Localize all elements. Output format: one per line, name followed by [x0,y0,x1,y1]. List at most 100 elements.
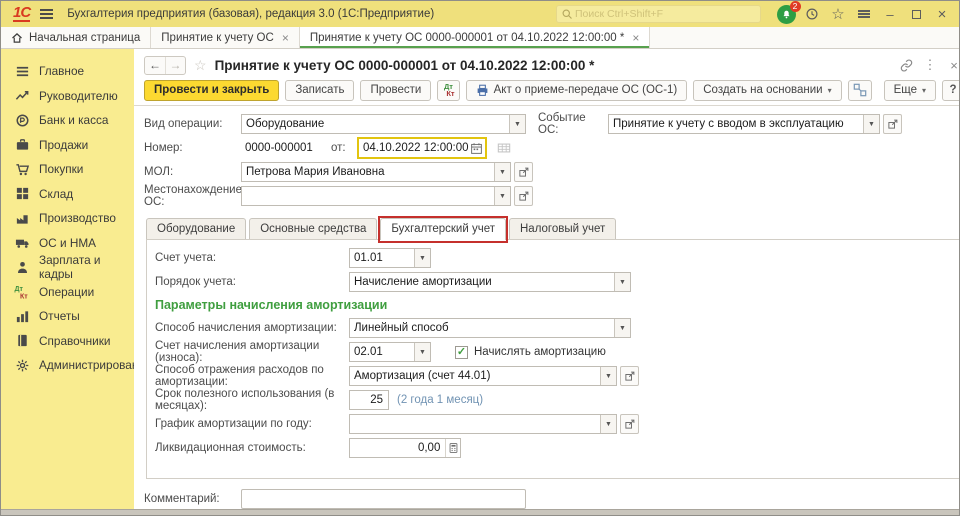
open-link-icon[interactable] [620,414,639,434]
input-value: 0,00 [417,442,441,454]
dropdown-icon[interactable]: ▼ [414,249,430,267]
sidebar-item-prodazhi[interactable]: Продажи [1,133,134,158]
expense-reflection-combobox[interactable]: Амортизация (счет 44.01) ▼ [349,366,617,386]
document-date-field[interactable] [357,137,487,159]
related-documents-button[interactable] [847,79,872,101]
document-tabs: Оборудование Основные средства Бухгалтер… [134,214,959,243]
search-input[interactable] [573,7,756,21]
notifications-icon[interactable]: 2 [775,1,801,24]
history-icon[interactable] [801,4,823,24]
field-label: Способ отражения расходов по амортизации… [155,364,324,388]
sidebar-item-rukovoditelyu[interactable]: Руководителю [1,84,134,109]
sidebar-item-otchety[interactable]: Отчеты [1,304,134,329]
sidebar-item-glavnoe[interactable]: Главное [1,59,134,84]
tab-oborudovanie[interactable]: Оборудование [146,218,247,239]
bar-chart-icon [14,308,30,324]
open-link-icon[interactable] [514,186,533,206]
dropdown-icon[interactable]: ▼ [614,319,630,337]
main-menu-icon[interactable] [40,9,54,19]
forward-button[interactable]: → [165,56,185,74]
mol-combobox[interactable]: Петрова Мария Ивановна ▼ [241,162,511,182]
field-label: Счет учета: [155,252,217,264]
field-label: Способ начисления амортизации: [155,322,337,334]
depreciation-schedule-combobox[interactable]: ▼ [349,414,617,434]
liquidation-value-input[interactable]: 0,00 [349,438,461,458]
dropdown-icon[interactable]: ▼ [494,163,510,181]
get-link-icon[interactable] [896,56,916,74]
os-event-combobox[interactable]: Принятие к учету с вводом в эксплуатацию… [608,114,880,134]
calculator-icon[interactable] [445,439,460,457]
post-and-close-button[interactable]: Провести и закрыть [144,79,280,101]
depreciation-method-combobox[interactable]: Линейный способ ▼ [349,318,631,338]
useful-life-input[interactable]: 25 [349,390,389,410]
dropdown-icon[interactable]: ▼ [614,273,630,291]
maximize-icon[interactable] [905,4,927,24]
open-link-icon[interactable] [620,366,639,386]
favorites-star-icon[interactable]: ☆ [827,4,849,24]
sidebar-item-bank-kassa[interactable]: Банк и касса [1,108,134,133]
minimize-icon[interactable]: – [879,4,901,24]
calendar-icon[interactable] [470,142,483,155]
service-menu-icon[interactable] [853,4,875,24]
depreciation-account-combobox[interactable]: 02.01 ▼ [349,342,431,362]
create-based-button[interactable]: Создать на основании ▾ [693,79,842,101]
sidebar-item-operacii[interactable]: Дт Кт Операции [1,280,134,305]
tab-home[interactable]: Начальная страница [1,27,152,48]
combobox-value [242,187,494,205]
titlebar-icons: 2 ☆ – × [775,1,953,24]
dropdown-icon[interactable]: ▼ [414,343,430,361]
post-button[interactable]: Провести [360,79,432,101]
tab-buhgalterskiy-uchet[interactable]: Бухгалтерский учет [378,216,508,243]
comment-input[interactable] [241,489,526,509]
coin-icon [14,112,30,128]
sidebar-item-spravochniki[interactable]: Справочники [1,329,134,354]
sidebar-item-pokupki[interactable]: Покупки [1,157,134,182]
close-window-icon[interactable]: × [931,4,953,24]
print-act-button[interactable]: Акт о приеме-передаче ОС (ОС-1) [465,79,688,101]
sidebar-item-os-nma[interactable]: ОС и НМА [1,231,134,256]
tab-document-form[interactable]: Принятие к учету ОС 0000-000001 от 04.10… [299,27,651,48]
accrue-depreciation-checkbox[interactable]: ✓ Начислять амортизацию [455,345,606,359]
account-combobox[interactable]: 01.01 ▼ [349,248,431,268]
operation-type-combobox[interactable]: Оборудование ▼ [241,114,526,134]
tab-document-list[interactable]: Принятие к учету ОС × [151,27,300,48]
sidebar-item-administrirovanie[interactable]: Администрирование [1,353,152,378]
tab-nalogovyy-uchet[interactable]: Налоговый учет [509,218,617,239]
document-title: Принятие к учету ОС 0000-000001 от 04.10… [214,57,595,73]
combobox-value: 01.01 [354,251,383,264]
sidebar-item-label: Зарплата и кадры [39,253,101,282]
document-number[interactable]: 0000-000001 [241,142,331,154]
close-tab-icon[interactable]: × [282,31,289,45]
more-button[interactable]: Еще ▾ [883,79,936,101]
sidebar-item-label: Операции [39,284,95,299]
dropdown-icon[interactable]: ▼ [509,115,525,133]
dropdown-icon[interactable]: ▼ [863,115,879,133]
open-link-icon[interactable] [514,162,533,182]
sidebar-item-zarplata-kadry[interactable]: Зарплата и кадры [1,253,134,282]
favorite-star-icon[interactable]: ☆ [194,57,207,74]
save-button[interactable]: Записать [285,79,355,101]
dropdown-icon[interactable]: ▼ [600,367,616,385]
section-sidebar: Главное Руководителю Банк и касса Продаж… [1,49,152,509]
date-input[interactable] [363,142,470,154]
os-location-combobox[interactable]: ▼ [241,186,511,206]
dropdown-icon[interactable]: ▼ [600,415,616,433]
svg-text:Кт: Кт [20,293,28,300]
more-menu-icon[interactable]: ⋮ [920,56,940,74]
tab-osnovnye-sredstva[interactable]: Основные средства [249,218,378,239]
sidebar-item-sklad[interactable]: Склад [1,182,134,207]
dropdown-icon[interactable]: ▼ [494,187,510,205]
show-postings-button[interactable]: Дт Кт [437,79,460,101]
close-form-icon[interactable]: × [944,56,959,74]
journal-grid-icon[interactable] [494,139,513,158]
accounting-order-combobox[interactable]: Начисление амортизации ▼ [349,272,631,292]
help-button[interactable]: ? [942,79,959,101]
button-label: Создать на основании [703,84,823,96]
sidebar-item-label: ОС и НМА [39,235,97,250]
field-label: Комментарий: [144,493,220,505]
global-search[interactable] [556,5,761,23]
open-link-icon[interactable] [883,114,902,134]
back-button[interactable]: ← [145,57,165,74]
close-tab-icon[interactable]: × [632,31,639,45]
sidebar-item-proizvodstvo[interactable]: Производство [1,206,134,231]
